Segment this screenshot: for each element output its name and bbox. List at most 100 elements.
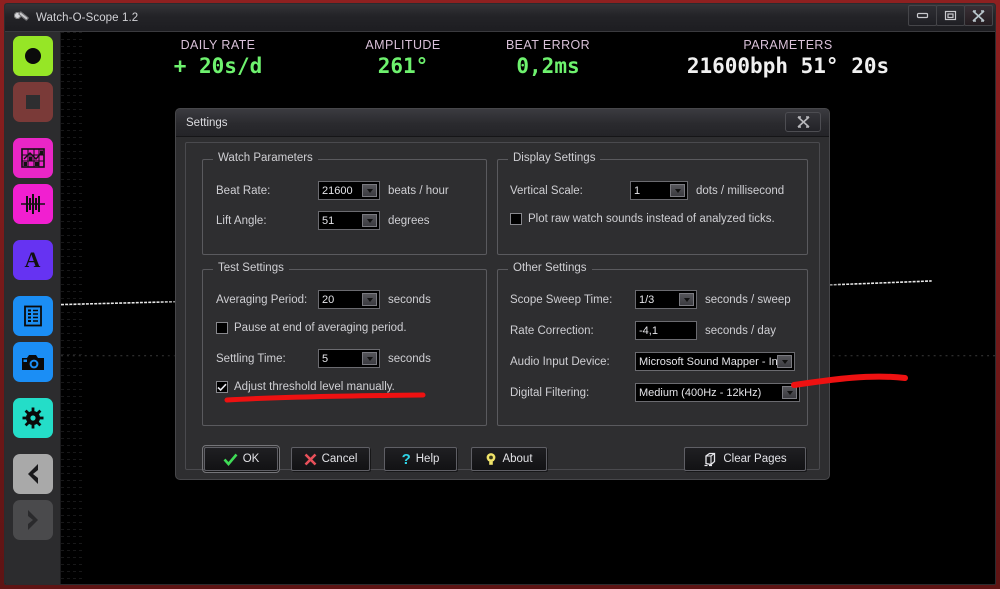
digital-filtering-value: Medium (400Hz - 12kHz) — [639, 386, 762, 399]
minimize-icon[interactable] — [908, 5, 937, 26]
checkbox-plot-raw[interactable]: Plot raw watch sounds instead of analyze… — [510, 213, 775, 225]
lift-angle-combo[interactable]: 51 — [318, 211, 380, 230]
chevron-down-icon[interactable] — [679, 293, 694, 306]
settings-button[interactable] — [12, 398, 53, 438]
group-legend: Watch Parameters — [213, 152, 318, 164]
dialog-content: Watch Parameters Beat Rate: 21600 beats … — [185, 142, 820, 473]
chevron-down-icon[interactable] — [362, 214, 377, 227]
pause-at-end-label: Pause at end of averaging period. — [234, 322, 407, 334]
previous-page-button[interactable] — [12, 454, 53, 494]
waveform-button[interactable] — [12, 184, 53, 224]
dialog-titlebar: Settings — [176, 109, 829, 137]
close-icon[interactable] — [964, 5, 993, 26]
scope-sweep-time-unit: seconds / sweep — [705, 293, 791, 306]
rate-correction-value: -4,1 — [639, 324, 658, 337]
cancel-button[interactable]: Cancel — [291, 447, 370, 471]
about-label: About — [502, 453, 533, 465]
field-digital-filtering: Digital Filtering: Medium (400Hz - 12kHz… — [510, 383, 800, 402]
check-icon — [223, 453, 238, 466]
adjust-threshold-label: Adjust threshold level manually. — [234, 381, 395, 393]
clear-pages-button[interactable]: Clear Pages — [684, 447, 806, 471]
averaging-period-value: 20 — [322, 293, 335, 306]
settling-time-combo[interactable]: 5 — [318, 349, 380, 368]
list-report-button[interactable] — [12, 296, 53, 336]
group-legend: Test Settings — [213, 262, 289, 274]
eraser-icon — [704, 452, 716, 466]
settling-time-unit: seconds — [388, 352, 431, 365]
lift-angle-label: Lift Angle: — [216, 214, 267, 227]
audio-input-device-value: Microsoft Sound Mapper - Inpu — [639, 355, 779, 368]
stop-button[interactable] — [12, 82, 53, 122]
sidebar-toolbar: A — [5, 32, 61, 584]
group-legend: Other Settings — [508, 262, 592, 274]
field-averaging-period: Averaging Period: 20 seconds — [216, 290, 431, 309]
vertical-scale-combo[interactable]: 1 — [630, 181, 688, 200]
checkbox-box[interactable] — [510, 213, 522, 225]
checkbox-box[interactable] — [216, 322, 228, 334]
group-watch-parameters: Watch Parameters Beat Rate: 21600 beats … — [202, 152, 487, 255]
beat-rate-unit: beats / hour — [388, 184, 449, 197]
letter-a-icon: A — [24, 247, 41, 272]
field-beat-rate: Beat Rate: 21600 beats / hour — [216, 181, 449, 200]
digital-filtering-label: Digital Filtering: — [510, 386, 590, 399]
help-button[interactable]: ? Help — [384, 447, 457, 471]
averaging-period-combo[interactable]: 20 — [318, 290, 380, 309]
field-lift-angle: Lift Angle: 51 degrees — [216, 211, 430, 230]
scope-sweep-time-value: 1/3 — [639, 293, 655, 306]
about-button[interactable]: About — [471, 447, 547, 471]
group-other-settings: Other Settings Scope Sweep Time: 1/3 sec… — [497, 262, 808, 426]
beat-rate-combo[interactable]: 21600 — [318, 181, 380, 200]
rate-correction-input[interactable]: -4,1 — [635, 321, 697, 340]
clear-pages-label: Clear Pages — [723, 453, 787, 465]
x-icon — [304, 453, 317, 465]
checkbox-box[interactable] — [216, 381, 228, 393]
snapshot-button[interactable] — [12, 342, 53, 382]
dialog-title: Settings — [186, 116, 228, 129]
checkbox-pause-at-end[interactable]: Pause at end of averaging period. — [216, 322, 407, 334]
beat-rate-label: Beat Rate: — [216, 184, 271, 197]
group-legend: Display Settings — [508, 152, 601, 164]
field-scope-sweep-time: Scope Sweep Time: 1/3 seconds / sweep — [510, 290, 791, 309]
record-button[interactable] — [12, 36, 53, 76]
check-icon — [217, 383, 227, 391]
rate-correction-unit: seconds / day — [705, 324, 776, 337]
chevron-down-icon[interactable] — [670, 184, 685, 197]
chevron-down-icon[interactable] — [362, 184, 377, 197]
settling-time-value: 5 — [322, 352, 329, 365]
window-titlebar: Watch-O-Scope 1.2 — [5, 4, 995, 32]
field-rate-correction: Rate Correction: -4,1 seconds / day — [510, 321, 776, 340]
help-label: Help — [415, 453, 440, 465]
chevron-down-icon[interactable] — [362, 293, 377, 306]
cancel-label: Cancel — [321, 453, 358, 465]
audio-input-device-label: Audio Input Device: — [510, 355, 610, 368]
settings-dialog: Settings Watch Parameters Beat Rate: 216… — [175, 108, 830, 480]
checkbox-adjust-threshold[interactable]: Adjust threshold level manually. — [216, 381, 395, 393]
grid-view-button[interactable] — [12, 138, 53, 178]
vertical-scale-unit: dots / millisecond — [696, 184, 785, 197]
audio-input-device-combo[interactable]: Microsoft Sound Mapper - Inpu — [635, 352, 795, 371]
app-root: Watch-O-Scope 1.2 A DAILY RATE + 20s/d A… — [0, 0, 1000, 589]
scope-sweep-time-combo[interactable]: 1/3 — [635, 290, 697, 309]
group-display-settings: Display Settings Vertical Scale: 1 dots … — [497, 152, 808, 255]
digital-filtering-combo[interactable]: Medium (400Hz - 12kHz) — [635, 383, 800, 402]
group-test-settings: Test Settings Averaging Period: 20 secon… — [202, 262, 487, 426]
maximize-icon[interactable] — [936, 5, 965, 26]
info-bulb-icon — [487, 453, 496, 465]
chevron-down-icon[interactable] — [362, 352, 377, 365]
next-page-button[interactable] — [12, 500, 53, 540]
window-controls — [908, 5, 993, 26]
chevron-down-icon[interactable] — [782, 386, 797, 399]
chevron-down-icon[interactable] — [777, 355, 792, 368]
vertical-scale-label: Vertical Scale: — [510, 184, 583, 197]
annotate-text-button[interactable]: A — [12, 240, 53, 280]
ok-label: OK — [242, 453, 260, 465]
question-icon: ? — [401, 450, 411, 468]
ok-button[interactable]: OK — [202, 445, 280, 473]
plot-raw-label: Plot raw watch sounds instead of analyze… — [528, 213, 775, 225]
dialog-close-icon[interactable] — [785, 112, 821, 132]
rate-correction-label: Rate Correction: — [510, 324, 594, 337]
vertical-scale-value: 1 — [634, 184, 641, 197]
field-audio-input-device: Audio Input Device: Microsoft Sound Mapp… — [510, 352, 795, 371]
lift-angle-value: 51 — [322, 214, 335, 227]
watch-icon — [14, 10, 30, 25]
